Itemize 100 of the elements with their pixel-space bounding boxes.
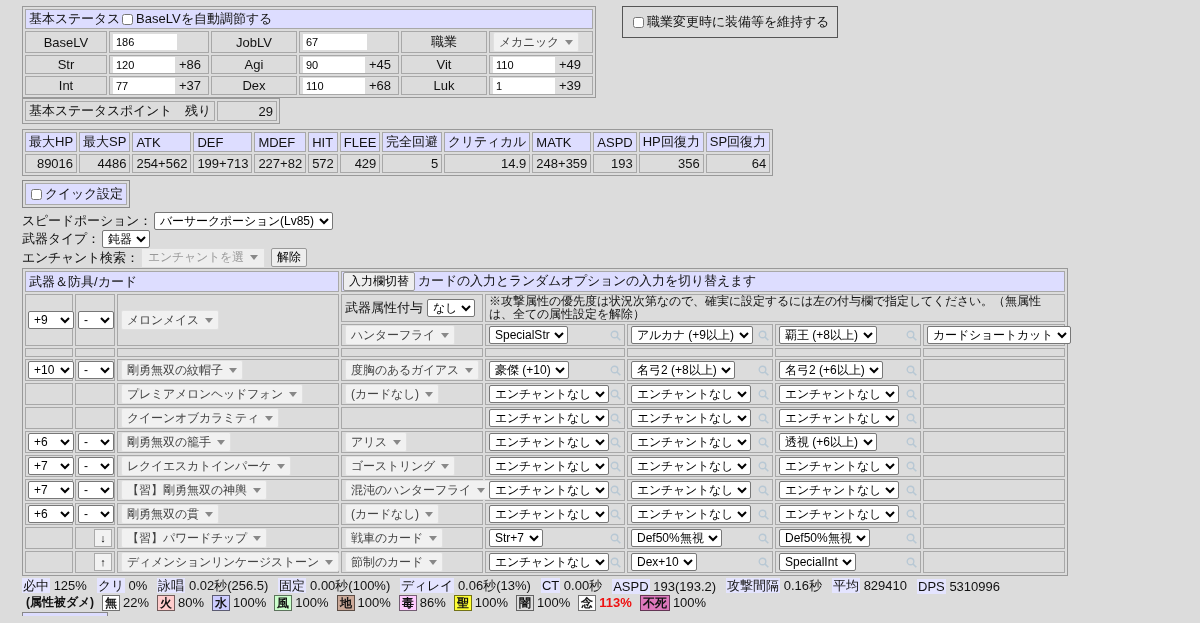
enchant-select[interactable]: エンチャントなし — [631, 409, 751, 427]
refine-select[interactable]: +6 — [28, 505, 74, 523]
enchant-select[interactable]: Def50%無視 — [631, 529, 722, 547]
item-dropdown[interactable]: 剛勇無双の紋帽子 — [121, 360, 243, 380]
grade-select[interactable]: - — [78, 433, 114, 451]
search-icon[interactable] — [906, 364, 917, 376]
search-icon[interactable] — [758, 436, 769, 448]
grade-select[interactable]: - — [78, 361, 114, 379]
enchant-select[interactable]: SpecialInt — [779, 553, 856, 571]
enchant-select[interactable]: エンチャントなし — [631, 505, 751, 523]
search-icon[interactable] — [758, 364, 769, 376]
card-dropdown[interactable]: (カードなし) — [345, 504, 439, 524]
card-dropdown[interactable]: ゴーストリング — [345, 456, 455, 476]
setting-select[interactable]: バーサークポーション(Lv85) — [154, 211, 333, 230]
move-button[interactable]: ↑ — [94, 553, 112, 571]
refine-select[interactable]: +7 — [28, 457, 74, 475]
search-icon[interactable] — [610, 364, 621, 376]
toggle-input-button[interactable]: 入力欄切替 — [343, 272, 415, 291]
search-icon[interactable] — [610, 329, 621, 341]
clear-button[interactable]: 解除 — [271, 248, 307, 267]
search-icon[interactable] — [906, 388, 917, 400]
enchant-select[interactable]: エンチャントなし — [779, 409, 899, 427]
move-button[interactable]: ↓ — [94, 529, 112, 547]
enchant-select[interactable]: エンチャントなし — [779, 457, 899, 475]
grade-select[interactable]: - — [78, 481, 114, 499]
enchant-select[interactable]: SpecialStr — [489, 326, 568, 344]
search-icon[interactable] — [906, 436, 917, 448]
search-icon[interactable] — [758, 484, 769, 496]
search-icon[interactable] — [906, 412, 917, 424]
enchant-select[interactable]: エンチャントなし — [631, 481, 751, 499]
card-shortcut-select[interactable]: カードショートカット — [927, 326, 1071, 344]
enchant-select[interactable]: エンチャントなし — [631, 457, 751, 475]
search-icon[interactable] — [906, 484, 917, 496]
enchant-select[interactable]: 豪傑 (+10) — [489, 361, 569, 379]
search-icon[interactable] — [906, 460, 917, 472]
item-dropdown[interactable]: ディメンションリンケージストーン — [121, 552, 339, 572]
search-icon[interactable] — [610, 532, 621, 544]
enchant-select[interactable]: エンチャントなし — [489, 385, 609, 403]
enchant-select[interactable]: Str+7 — [489, 529, 543, 547]
search-icon[interactable] — [758, 329, 769, 341]
card-dropdown[interactable]: 混沌のハンターフライ — [345, 480, 491, 500]
enchant-select[interactable]: エンチャントなし — [779, 505, 899, 523]
enchant-select[interactable]: エンチャントなし — [489, 505, 609, 523]
item-dropdown[interactable]: プレミアメロンヘッドフォン — [121, 384, 303, 404]
search-icon[interactable] — [906, 329, 917, 341]
grade-select[interactable]: - — [78, 457, 114, 475]
enchant-select[interactable]: アルカナ (+9以上) — [631, 326, 753, 344]
auto-adjust-checkbox[interactable] — [122, 14, 133, 26]
enchant-select[interactable]: エンチャントなし — [489, 553, 609, 571]
enchant-select[interactable]: 覇王 (+8以上) — [779, 326, 877, 344]
search-icon[interactable] — [610, 556, 621, 568]
search-icon[interactable] — [758, 412, 769, 424]
card-dropdown[interactable]: ハンターフライ — [345, 325, 455, 345]
search-icon[interactable] — [610, 436, 621, 448]
item-dropdown[interactable]: メロンメイス — [121, 310, 219, 330]
enchant-select[interactable]: 名弓2 (+6以上) — [779, 361, 883, 379]
keep-equipment-checkbox[interactable] — [633, 16, 644, 28]
enchant-select[interactable]: Def50%無視 — [779, 529, 870, 547]
enchant-select[interactable]: エンチャントなし — [489, 409, 609, 427]
item-dropdown[interactable]: クイーンオブカラミティ — [121, 408, 279, 428]
search-icon[interactable] — [906, 532, 917, 544]
card-dropdown[interactable]: 戦車のカード — [345, 528, 443, 548]
refine-select[interactable]: +10 — [28, 361, 74, 379]
search-icon[interactable] — [906, 508, 917, 520]
enchant-select[interactable]: エンチャントなし — [631, 385, 751, 403]
refine-select[interactable]: +6 — [28, 433, 74, 451]
item-dropdown[interactable]: 剛勇無双の貫 — [121, 504, 219, 524]
grade-select[interactable]: - — [78, 311, 114, 329]
refine-select[interactable]: +9 — [28, 311, 74, 329]
enchant-select[interactable]: エンチャントなし — [489, 457, 609, 475]
search-icon[interactable] — [758, 508, 769, 520]
element-select[interactable]: なし — [426, 299, 475, 317]
enchant-select[interactable]: エンチャントなし — [631, 433, 751, 451]
item-dropdown[interactable]: 剛勇無双の籠手 — [121, 432, 231, 452]
enchant-select[interactable]: 透視 (+6以上) — [779, 433, 877, 451]
item-dropdown[interactable]: 【習】剛勇無双の神輿 — [121, 480, 267, 500]
quick-settings-checkbox[interactable] — [31, 188, 42, 200]
enchant-select[interactable]: エンチャントなし — [489, 481, 609, 499]
search-icon[interactable] — [758, 460, 769, 472]
grade-select[interactable]: - — [78, 505, 114, 523]
item-dropdown[interactable]: レクイエスカトインパーケ — [121, 456, 291, 476]
search-icon[interactable] — [906, 556, 917, 568]
search-icon[interactable] — [758, 388, 769, 400]
search-icon[interactable] — [610, 484, 621, 496]
enchant-select[interactable]: エンチャントなし — [779, 385, 899, 403]
enchant-select[interactable]: エンチャントなし — [489, 433, 609, 451]
stat-input[interactable]: 67 — [303, 34, 367, 50]
enchant-select[interactable]: 名弓2 (+8以上) — [631, 361, 735, 379]
card-dropdown[interactable]: アリス — [345, 432, 407, 452]
card-dropdown[interactable]: (カードなし) — [345, 384, 439, 404]
search-icon[interactable] — [610, 412, 621, 424]
setting-select[interactable]: 鈍器 — [102, 229, 150, 248]
search-icon[interactable] — [610, 388, 621, 400]
refine-select[interactable]: +7 — [28, 481, 74, 499]
job-dropdown[interactable]: メカニック — [493, 32, 579, 52]
stat-input[interactable]: 186 — [113, 34, 177, 50]
search-icon[interactable] — [758, 556, 769, 568]
enchant-select[interactable]: Dex+10 — [631, 553, 697, 571]
search-icon[interactable] — [610, 508, 621, 520]
card-dropdown[interactable]: 度胸のあるガイアス — [345, 360, 479, 380]
